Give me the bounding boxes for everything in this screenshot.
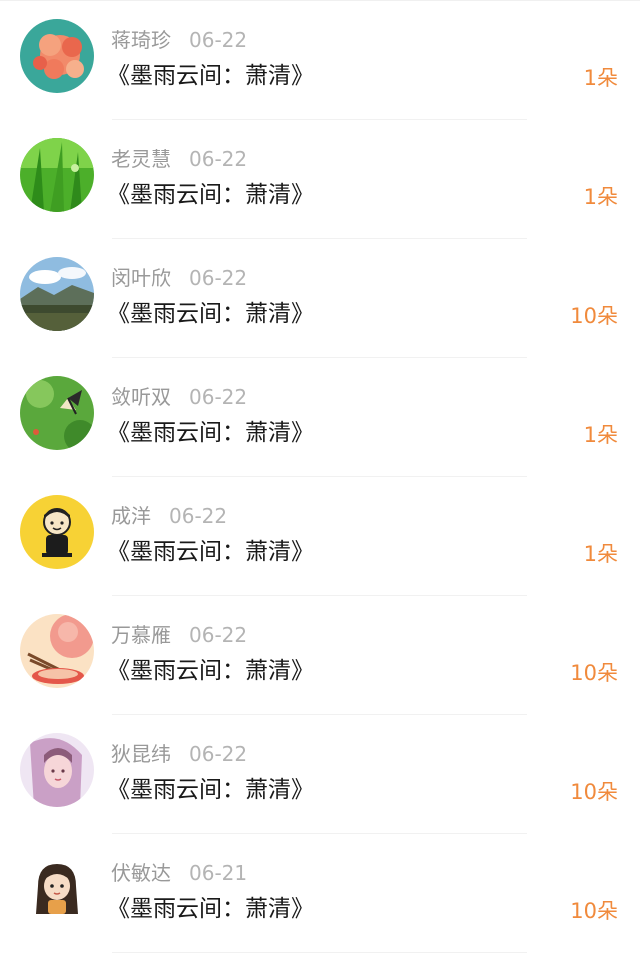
list-item[interactable]: 蒋琦珍 06-22 《墨雨云间：萧清》 1朵 bbox=[0, 1, 640, 120]
date: 06-22 bbox=[189, 28, 248, 52]
date: 06-22 bbox=[189, 385, 248, 409]
gift-title: 《墨雨云间：萧清》 bbox=[107, 63, 314, 89]
avatar[interactable] bbox=[20, 19, 94, 93]
flower-count: 10朵 bbox=[570, 780, 618, 804]
flower-count: 1朵 bbox=[583, 423, 618, 447]
date: 06-21 bbox=[189, 861, 248, 885]
date: 06-22 bbox=[189, 623, 248, 647]
list-item[interactable]: 狄昆纬 06-22 《墨雨云间：萧清》 10朵 bbox=[0, 715, 640, 834]
gift-title: 《墨雨云间：萧清》 bbox=[107, 182, 314, 208]
avatar[interactable] bbox=[20, 257, 94, 331]
item-meta: 万慕雁 06-22 bbox=[111, 621, 247, 649]
flower-count: 1朵 bbox=[583, 185, 618, 209]
flower-count: 10朵 bbox=[570, 304, 618, 328]
list-item[interactable]: 伏敏达 06-21 《墨雨云间：萧清》 10朵 bbox=[0, 834, 640, 953]
avatar[interactable] bbox=[20, 852, 94, 926]
item-meta: 闵叶欣 06-22 bbox=[111, 264, 247, 292]
avatar[interactable] bbox=[20, 614, 94, 688]
flower-count: 1朵 bbox=[583, 542, 618, 566]
flower-count: 1朵 bbox=[583, 66, 618, 90]
user-name[interactable]: 蒋琦珍 bbox=[111, 28, 171, 52]
list-item[interactable]: 闵叶欣 06-22 《墨雨云间：萧清》 10朵 bbox=[0, 239, 640, 358]
gift-title: 《墨雨云间：萧清》 bbox=[107, 896, 314, 922]
item-meta: 伏敏达 06-21 bbox=[111, 859, 247, 887]
user-name[interactable]: 闵叶欣 bbox=[111, 266, 171, 290]
item-meta: 老灵慧 06-22 bbox=[111, 145, 247, 173]
date: 06-22 bbox=[189, 266, 248, 290]
user-name[interactable]: 敛听双 bbox=[111, 385, 171, 409]
list-item[interactable]: 敛听双 06-22 《墨雨云间：萧清》 1朵 bbox=[0, 358, 640, 477]
item-meta: 成洋 06-22 bbox=[111, 502, 227, 530]
date: 06-22 bbox=[169, 504, 228, 528]
item-meta: 蒋琦珍 06-22 bbox=[111, 26, 247, 54]
user-name[interactable]: 成洋 bbox=[111, 504, 151, 528]
gift-title: 《墨雨云间：萧清》 bbox=[107, 539, 314, 565]
avatar[interactable] bbox=[20, 376, 94, 450]
gift-title: 《墨雨云间：萧清》 bbox=[107, 777, 314, 803]
list-item[interactable]: 万慕雁 06-22 《墨雨云间：萧清》 10朵 bbox=[0, 596, 640, 715]
avatar[interactable] bbox=[20, 733, 94, 807]
gift-title: 《墨雨云间：萧清》 bbox=[107, 420, 314, 446]
avatar[interactable] bbox=[20, 495, 94, 569]
gift-title: 《墨雨云间：萧清》 bbox=[107, 658, 314, 684]
item-meta: 敛听双 06-22 bbox=[111, 383, 247, 411]
date: 06-22 bbox=[189, 742, 248, 766]
flower-count: 10朵 bbox=[570, 899, 618, 923]
item-divider bbox=[112, 952, 527, 953]
flower-count: 10朵 bbox=[570, 661, 618, 685]
avatar[interactable] bbox=[20, 138, 94, 212]
user-name[interactable]: 伏敏达 bbox=[111, 861, 171, 885]
item-meta: 狄昆纬 06-22 bbox=[111, 740, 247, 768]
list-item[interactable]: 老灵慧 06-22 《墨雨云间：萧清》 1朵 bbox=[0, 120, 640, 239]
gift-title: 《墨雨云间：萧清》 bbox=[107, 301, 314, 327]
gift-list: 蒋琦珍 06-22 《墨雨云间：萧清》 1朵 老灵慧 06-22 《墨雨云间：萧清》… bbox=[0, 1, 640, 953]
user-name[interactable]: 狄昆纬 bbox=[111, 742, 171, 766]
user-name[interactable]: 老灵慧 bbox=[111, 147, 171, 171]
list-item[interactable]: 成洋 06-22 《墨雨云间：萧清》 1朵 bbox=[0, 477, 640, 596]
date: 06-22 bbox=[189, 147, 248, 171]
user-name[interactable]: 万慕雁 bbox=[111, 623, 171, 647]
